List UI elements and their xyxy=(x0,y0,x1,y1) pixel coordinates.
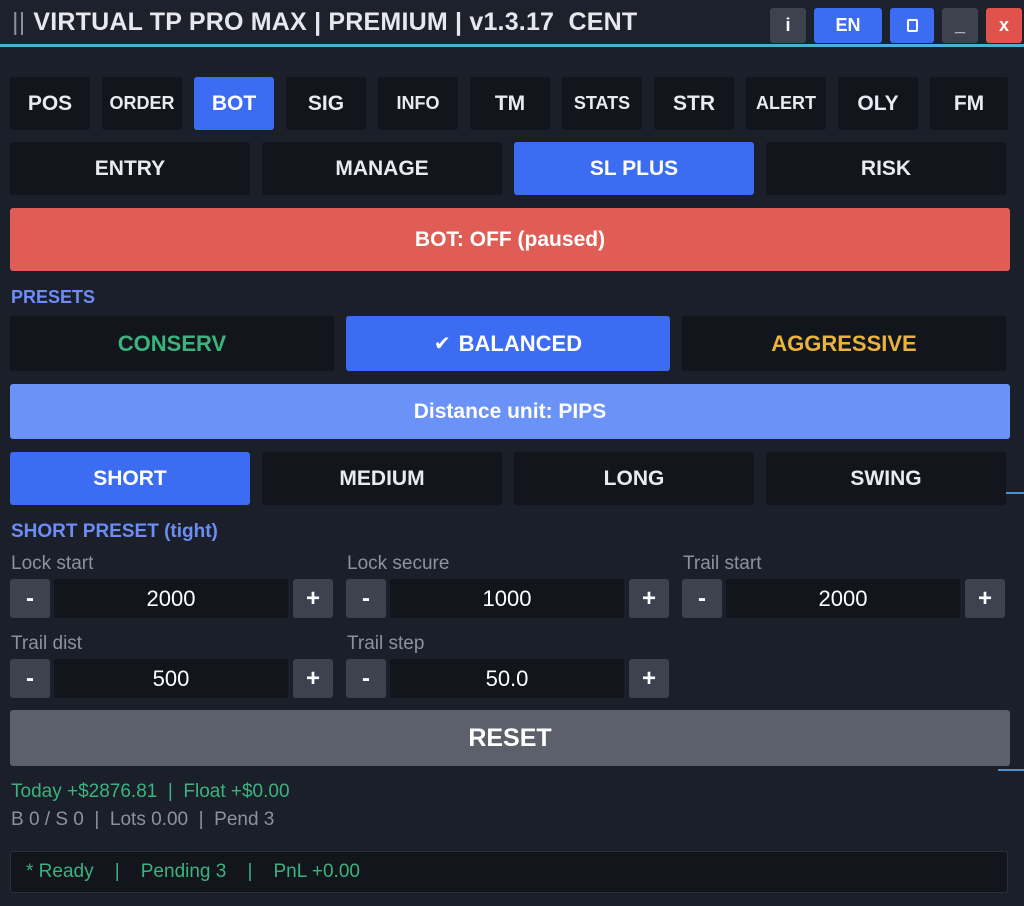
window-title-text: VIRTUAL TP PRO MAX | PREMIUM | v1.3.17 C… xyxy=(33,8,638,36)
title-bar[interactable]: || VIRTUAL TP PRO MAX | PREMIUM | v1.3.17… xyxy=(0,0,1024,47)
subtab-sl-plus[interactable]: SL PLUS xyxy=(514,142,754,195)
lock-secure-input[interactable]: 1000 xyxy=(390,579,624,618)
scroll-marker-2 xyxy=(998,769,1024,771)
window-mode-button[interactable] xyxy=(890,8,934,43)
lock-start-increment-button[interactable]: + xyxy=(293,579,333,618)
tab-sig[interactable]: SIG xyxy=(286,77,366,130)
tab-pos[interactable]: POS xyxy=(10,77,90,130)
lock-start-decrement-button[interactable]: - xyxy=(10,579,50,618)
trail-step-increment-button[interactable]: + xyxy=(629,659,669,698)
tab-tm[interactable]: TM xyxy=(470,77,550,130)
title-accent-line xyxy=(0,44,1024,47)
trail-step-label: Trail step xyxy=(347,633,425,654)
preset-balanced-label: BALANCED xyxy=(458,330,583,356)
tab-stats[interactable]: STATS xyxy=(562,77,642,130)
subtab-manage[interactable]: MANAGE xyxy=(262,142,502,195)
preset-aggressive-button[interactable]: AGGRESSIVE xyxy=(682,316,1006,371)
lock-secure-decrement-button[interactable]: - xyxy=(346,579,386,618)
info-button[interactable]: i xyxy=(770,8,806,43)
drag-grip-icon[interactable]: || xyxy=(12,8,25,36)
presets-heading: PRESETS xyxy=(11,287,96,307)
subtab-entry[interactable]: ENTRY xyxy=(10,142,250,195)
close-button[interactable]: x xyxy=(986,8,1022,43)
preset-balanced-button[interactable]: ✔ BALANCED xyxy=(346,316,670,371)
tab-oly[interactable]: OLY xyxy=(838,77,918,130)
trail-dist-label: Trail dist xyxy=(11,633,83,654)
minimize-button[interactable]: _ xyxy=(942,8,978,43)
scroll-marker xyxy=(1006,492,1024,494)
tab-order[interactable]: ORDER xyxy=(102,77,182,130)
duration-long[interactable]: LONG xyxy=(514,452,754,505)
trail-dist-decrement-button[interactable]: - xyxy=(10,659,50,698)
distance-unit-toggle[interactable]: Distance unit: PIPS xyxy=(10,384,1010,439)
positions-summary: B 0 / S 0 | Lots 0.00 | Pend 3 xyxy=(11,809,275,830)
lock-secure-increment-button[interactable]: + xyxy=(629,579,669,618)
short-preset-heading: SHORT PRESET (tight) xyxy=(11,521,218,542)
tab-bot[interactable]: BOT xyxy=(194,77,274,130)
tab-info[interactable]: INFO xyxy=(378,77,458,130)
duration-swing[interactable]: SWING xyxy=(766,452,1006,505)
lock-secure-label: Lock secure xyxy=(347,553,450,574)
bot-status-toggle[interactable]: BOT: OFF (paused) xyxy=(10,208,1010,271)
trail-dist-increment-button[interactable]: + xyxy=(293,659,333,698)
trail-start-input[interactable]: 2000 xyxy=(726,579,960,618)
pnl-summary: Today +$2876.81 | Float +$0.00 xyxy=(11,781,290,802)
status-bar: * Ready | Pending 3 | PnL +0.00 xyxy=(10,851,1008,893)
lock-start-input[interactable]: 2000 xyxy=(54,579,288,618)
duration-short[interactable]: SHORT xyxy=(10,452,250,505)
subtab-risk[interactable]: RISK xyxy=(766,142,1006,195)
duration-medium[interactable]: MEDIUM xyxy=(262,452,502,505)
window-title: || VIRTUAL TP PRO MAX | PREMIUM | v1.3.17… xyxy=(12,8,637,37)
trail-step-input[interactable]: 50.0 xyxy=(390,659,624,698)
reset-button[interactable]: RESET xyxy=(10,710,1010,766)
tab-str[interactable]: STR xyxy=(654,77,734,130)
trail-step-decrement-button[interactable]: - xyxy=(346,659,386,698)
preset-conserv-button[interactable]: CONSERV xyxy=(10,316,334,371)
tab-fm[interactable]: FM xyxy=(930,77,1008,130)
lock-start-label: Lock start xyxy=(11,553,94,574)
trail-start-label: Trail start xyxy=(683,553,762,574)
tab-alert[interactable]: ALERT xyxy=(746,77,826,130)
trail-start-decrement-button[interactable]: - xyxy=(682,579,722,618)
check-icon: ✔ xyxy=(433,333,451,355)
trail-start-increment-button[interactable]: + xyxy=(965,579,1005,618)
trail-dist-input[interactable]: 500 xyxy=(54,659,288,698)
window-icon xyxy=(906,19,918,32)
language-button[interactable]: EN xyxy=(814,8,882,43)
